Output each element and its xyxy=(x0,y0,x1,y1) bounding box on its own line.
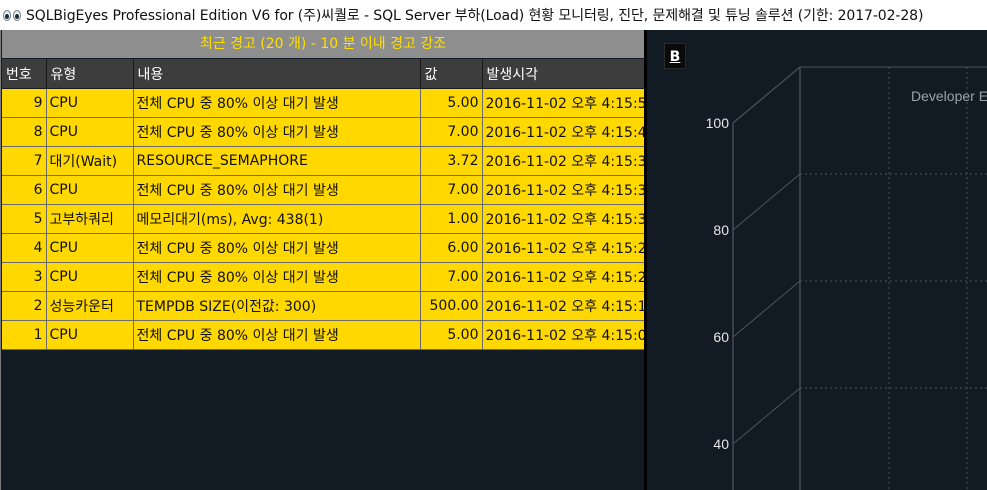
cell-type: 성능카운터 xyxy=(46,291,134,321)
cell-time: 2016-11-02 오후 4:15:2 xyxy=(482,262,645,292)
cell-number: 8 xyxy=(2,117,47,147)
column-header-type[interactable]: 유형 xyxy=(46,59,134,89)
cell-time: 2016-11-02 오후 4:15:0 xyxy=(482,320,645,350)
cell-time: 2016-11-02 오후 4:15:3 xyxy=(482,146,645,176)
chart-y-ticks: 100 80 60 40 xyxy=(706,115,730,452)
cell-value: 5.00 xyxy=(420,88,483,118)
chart-depth-gridline xyxy=(732,280,801,338)
column-header-content[interactable]: 내용 xyxy=(133,59,421,89)
cell-value: 500.00 xyxy=(420,291,483,321)
cell-content: TEMPDB SIZE(이전값: 300) xyxy=(133,291,421,321)
right-eye-shape xyxy=(13,10,21,21)
cell-content: 전체 CPU 중 80% 이상 대기 발생 xyxy=(133,175,421,205)
chart-depth-gridline xyxy=(732,387,801,445)
cell-type: 대기(Wait) xyxy=(46,146,134,176)
cell-type: CPU xyxy=(46,320,134,350)
cell-value: 7.00 xyxy=(420,175,483,205)
column-header-number[interactable]: 번호 xyxy=(2,59,47,89)
cell-content: 전체 CPU 중 80% 이상 대기 발생 xyxy=(133,320,421,350)
cell-content: 메모리대기(ms), Avg: 438(1) xyxy=(133,204,421,234)
column-header-time[interactable]: 발생시각 xyxy=(482,59,645,89)
cell-value: 7.00 xyxy=(420,117,483,147)
cell-value: 6.00 xyxy=(420,233,483,263)
table-row[interactable]: 2 성능카운터 TEMPDB SIZE(이전값: 300) 500.00 201… xyxy=(2,291,645,321)
chart-y-tick-label: 40 xyxy=(713,436,729,452)
cell-number: 3 xyxy=(2,262,47,292)
table-row[interactable]: 6 CPU 전체 CPU 중 80% 이상 대기 발생 7.00 2016-11… xyxy=(2,175,645,205)
column-header-value[interactable]: 값 xyxy=(420,59,483,89)
cell-content: 전체 CPU 중 80% 이상 대기 발생 xyxy=(133,262,421,292)
chart-legend-label: Developer E xyxy=(911,88,987,104)
binoculars-eyes-icon xyxy=(3,8,23,22)
cell-time: 2016-11-02 오후 4:15:5 xyxy=(482,88,645,118)
alerts-table: 번호 유형 내용 값 발생시각 9 CPU 전체 CPU 중 80% 이상 대기… xyxy=(2,59,645,350)
cell-number: 2 xyxy=(2,291,47,321)
recent-alerts-panel: 최근 경고 (20 개) - 10 분 이내 경고 강조 번호 유형 내용 값 … xyxy=(0,30,645,490)
cell-time: 2016-11-02 오후 4:15:4 xyxy=(482,117,645,147)
chart-y-tick-label: 80 xyxy=(713,222,729,238)
table-row[interactable]: 8 CPU 전체 CPU 중 80% 이상 대기 발생 7.00 2016-11… xyxy=(2,117,645,147)
cell-type: CPU xyxy=(46,88,134,118)
chart-canvas: 100 80 60 40 Developer E xyxy=(706,66,987,490)
table-row[interactable]: 5 고부하쿼리 메모리대기(ms), Avg: 438(1) 1.00 2016… xyxy=(2,204,645,234)
cell-type: CPU xyxy=(46,117,134,147)
table-row[interactable]: 7 대기(Wait) RESOURCE_SEMAPHORE 3.72 2016-… xyxy=(2,146,645,176)
cell-content: 전체 CPU 중 80% 이상 대기 발생 xyxy=(133,233,421,263)
cell-time: 2016-11-02 오후 4:15:2 xyxy=(482,233,645,263)
cell-type: CPU xyxy=(46,175,134,205)
cell-number: 7 xyxy=(2,146,47,176)
cell-value: 1.00 xyxy=(420,204,483,234)
cell-type: 고부하쿼리 xyxy=(46,204,134,234)
cell-time: 2016-11-02 오후 4:15:1 xyxy=(482,291,645,321)
table-row[interactable]: 3 CPU 전체 CPU 중 80% 이상 대기 발생 7.00 2016-11… xyxy=(2,262,645,292)
cell-value: 5.00 xyxy=(420,320,483,350)
cell-number: 4 xyxy=(2,233,47,263)
cell-content: 전체 CPU 중 80% 이상 대기 발생 xyxy=(133,117,421,147)
cell-type: CPU xyxy=(46,262,134,292)
cell-number: 9 xyxy=(2,88,47,118)
chart-y-tick-label: 100 xyxy=(706,115,730,131)
chart-grid xyxy=(732,66,987,490)
cell-value: 3.72 xyxy=(420,146,483,176)
cell-time: 2016-11-02 오후 4:15:3 xyxy=(482,204,645,234)
cell-type: CPU xyxy=(46,233,134,263)
cell-content: RESOURCE_SEMAPHORE xyxy=(133,146,421,176)
chart-panel: 100 80 60 40 Developer E B xyxy=(644,30,987,490)
cell-value: 7.00 xyxy=(420,262,483,292)
chart-depth-gridline xyxy=(732,173,801,231)
chart-depth-gridline xyxy=(732,66,801,124)
cell-number: 1 xyxy=(2,320,47,350)
table-row[interactable]: 9 CPU 전체 CPU 중 80% 이상 대기 발생 5.00 2016-11… xyxy=(2,88,645,118)
window-title: SQLBigEyes Professional Edition V6 for (… xyxy=(26,8,924,24)
cell-number: 6 xyxy=(2,175,47,205)
window-title-bar[interactable]: SQLBigEyes Professional Edition V6 for (… xyxy=(0,0,987,30)
cell-content: 전체 CPU 중 80% 이상 대기 발생 xyxy=(133,88,421,118)
alerts-table-header-row: 번호 유형 내용 값 발생시각 xyxy=(2,59,645,89)
alerts-panel-header: 최근 경고 (20 개) - 10 분 이내 경고 강조 xyxy=(2,30,644,58)
chart-y-tick-label: 60 xyxy=(713,329,729,345)
cell-time: 2016-11-02 오후 4:15:3 xyxy=(482,175,645,205)
cell-number: 5 xyxy=(2,204,47,234)
table-row[interactable]: 4 CPU 전체 CPU 중 80% 이상 대기 발생 6.00 2016-11… xyxy=(2,233,645,263)
table-row[interactable]: 1 CPU 전체 CPU 중 80% 이상 대기 발생 5.00 2016-11… xyxy=(2,320,645,350)
left-eye-shape xyxy=(3,10,11,21)
chart-badge-b[interactable]: B xyxy=(664,43,686,69)
